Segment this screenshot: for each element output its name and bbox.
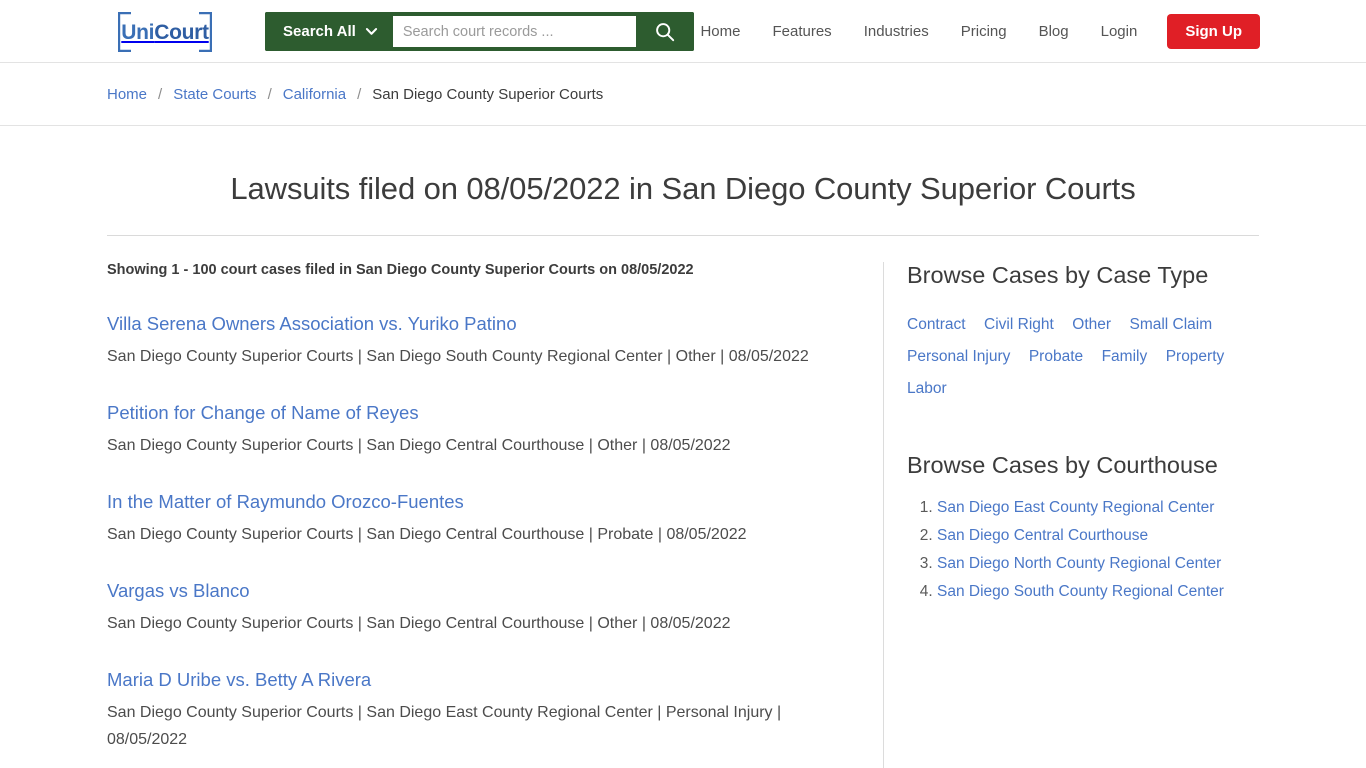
case-type-link-other[interactable]: Other	[1072, 316, 1111, 333]
unicourt-logo[interactable]: UniCourt	[118, 12, 212, 52]
case-title-link[interactable]: Petition for Change of Name of Reyes	[107, 401, 843, 424]
case-list-item: Petition for Change of Name of Reyes San…	[107, 401, 843, 460]
case-type-heading: Browse Cases by Case Type	[907, 262, 1209, 288]
courthouse-link-north[interactable]: San Diego North County Regional Center	[937, 555, 1221, 572]
breadcrumb-item-current: San Diego County Superior Courts	[372, 85, 604, 103]
nav-item-industries[interactable]: Industries	[848, 23, 945, 40]
case-list-item: Villa Serena Owners Association vs. Yuri…	[107, 312, 843, 371]
case-type-link-personal-injury[interactable]: Personal Injury	[907, 348, 1010, 365]
breadcrumb-separator: /	[357, 85, 362, 103]
breadcrumb-separator: /	[267, 85, 272, 103]
search-scope-label: Search All	[283, 23, 356, 40]
case-type-link-small-claim[interactable]: Small Claim	[1129, 316, 1212, 333]
case-type-link-civil-right[interactable]: Civil Right	[984, 316, 1054, 333]
site-header: UniCourt Search All Home Features Indust…	[0, 0, 1366, 63]
browse-sidebar: Browse Cases by Case Type Contract Civil…	[883, 262, 1259, 768]
case-title-link[interactable]: Villa Serena Owners Association vs. Yuri…	[107, 312, 843, 335]
case-list-item: Vargas vs Blanco San Diego County Superi…	[107, 579, 843, 638]
breadcrumb-item-california[interactable]: California	[283, 86, 346, 103]
case-meta: San Diego County Superior Courts | San D…	[107, 526, 747, 544]
content-area: Showing 1 - 100 court cases filed in San…	[107, 236, 1259, 768]
case-type-link-family[interactable]: Family	[1102, 348, 1148, 365]
nav-item-pricing[interactable]: Pricing	[945, 23, 1023, 40]
case-title-link[interactable]: Vargas vs Blanco	[107, 579, 843, 602]
case-type-links: Contract Civil Right Other Small Claim P…	[907, 309, 1247, 405]
list-item: San Diego Central Courthouse	[937, 527, 1259, 545]
case-type-link-property[interactable]: Property	[1166, 348, 1225, 365]
courthouse-link-east[interactable]: San Diego East County Regional Center	[937, 499, 1214, 516]
breadcrumb-item-home[interactable]: Home	[107, 86, 147, 103]
chevron-down-icon	[365, 28, 377, 35]
main-nav: Home Features Industries Pricing Blog Lo…	[684, 0, 1260, 63]
page-body: Lawsuits filed on 08/05/2022 in San Dieg…	[0, 126, 1366, 768]
list-item: San Diego North County Regional Center	[937, 555, 1259, 573]
nav-item-login[interactable]: Login	[1085, 23, 1154, 40]
case-title-link[interactable]: Maria D Uribe vs. Betty A Rivera	[107, 668, 843, 691]
breadcrumb-item-state-courts[interactable]: State Courts	[173, 86, 256, 103]
case-title-link[interactable]: In the Matter of Raymundo Orozco-Fuentes	[107, 490, 843, 513]
breadcrumb-separator: /	[158, 85, 163, 103]
courthouse-link-south[interactable]: San Diego South County Regional Center	[937, 583, 1224, 600]
case-list-column: Showing 1 - 100 court cases filed in San…	[107, 262, 883, 768]
list-item: San Diego South County Regional Center	[937, 583, 1259, 601]
search-icon	[655, 22, 674, 41]
logo-text-uni: Uni	[121, 20, 155, 44]
case-list-item: Maria D Uribe vs. Betty A Rivera San Die…	[107, 668, 843, 754]
courthouse-list: San Diego East County Regional Center Sa…	[907, 499, 1259, 601]
case-type-link-contract[interactable]: Contract	[907, 316, 966, 333]
courthouse-link-central[interactable]: San Diego Central Courthouse	[937, 527, 1148, 544]
results-summary: Showing 1 - 100 court cases filed in San…	[107, 262, 694, 278]
page-title: Lawsuits filed on 08/05/2022 in San Dieg…	[230, 171, 1136, 206]
sign-up-button[interactable]: Sign Up	[1167, 14, 1260, 49]
case-meta: San Diego County Superior Courts | San D…	[107, 615, 731, 633]
list-item: San Diego East County Regional Center	[937, 499, 1259, 517]
courthouse-heading: Browse Cases by Courthouse	[907, 452, 1218, 478]
search-scope-dropdown[interactable]: Search All	[265, 12, 393, 51]
case-type-link-probate[interactable]: Probate	[1029, 348, 1083, 365]
search-bar: Search All	[265, 12, 694, 51]
case-list-item: In the Matter of Raymundo Orozco-Fuentes…	[107, 490, 843, 549]
case-meta: San Diego County Superior Courts | San D…	[107, 348, 809, 366]
case-meta: San Diego County Superior Courts | San D…	[107, 704, 782, 748]
nav-item-home[interactable]: Home	[684, 23, 756, 40]
logo-text-court: Court	[154, 20, 209, 44]
logo-text: UniCourt	[121, 20, 209, 44]
nav-item-blog[interactable]: Blog	[1023, 23, 1085, 40]
search-input[interactable]	[392, 16, 636, 47]
case-meta: San Diego County Superior Courts | San D…	[107, 437, 731, 455]
case-type-link-labor[interactable]: Labor	[907, 380, 947, 397]
nav-item-features[interactable]: Features	[756, 23, 847, 40]
breadcrumb: Home / State Courts / California / San D…	[0, 63, 1366, 126]
